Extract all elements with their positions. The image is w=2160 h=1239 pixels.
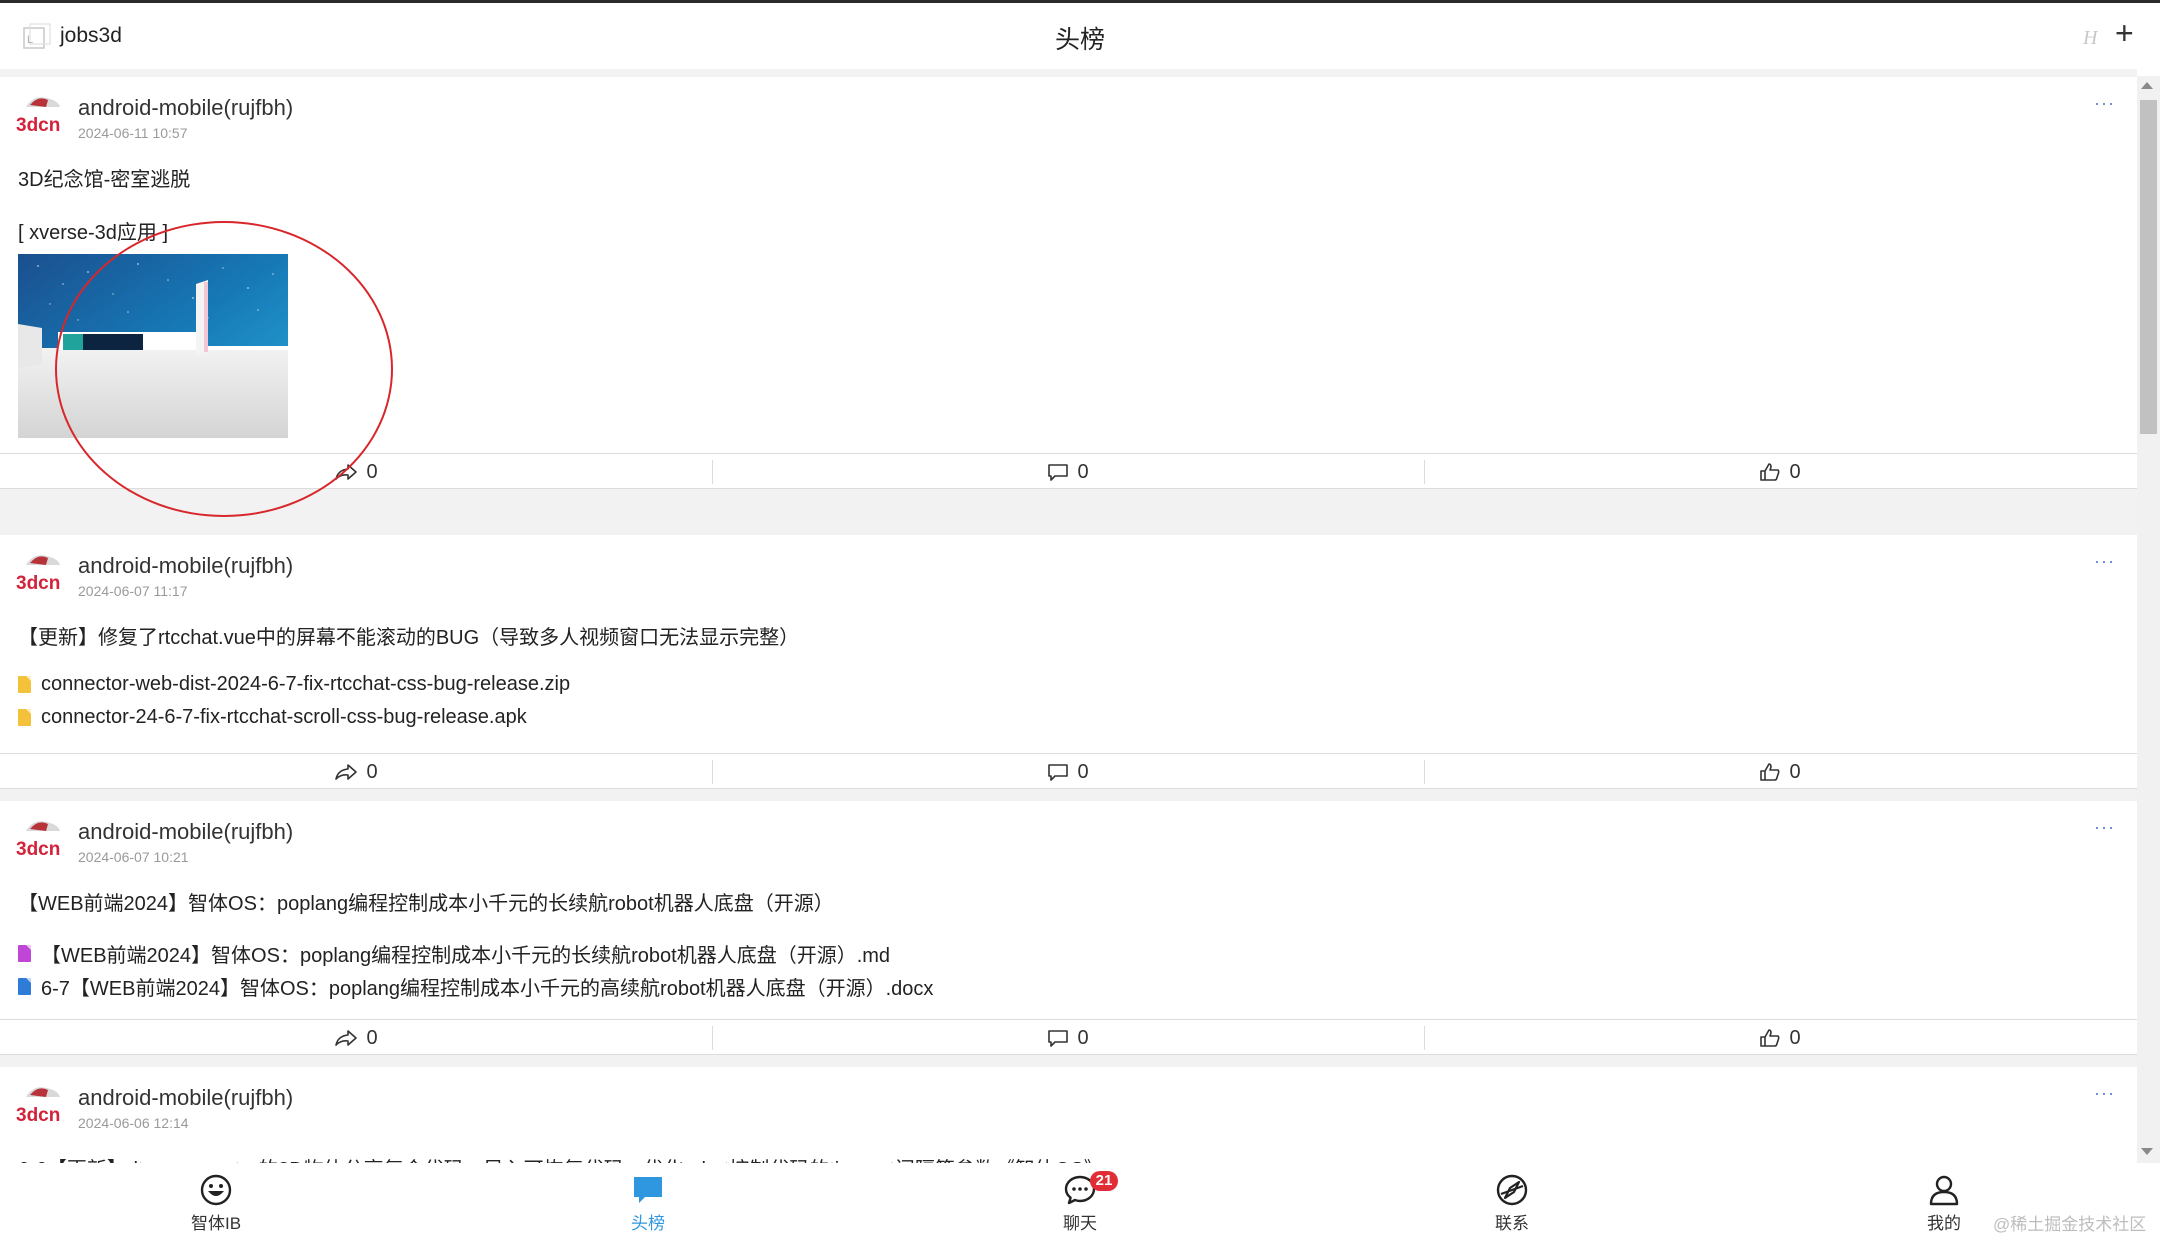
nav-label: 聊天 [1063, 1214, 1097, 1233]
post-actions: 0 0 0 [0, 1019, 2137, 1055]
post-image[interactable] [18, 254, 288, 438]
share-icon [335, 764, 358, 780]
comment-icon [1048, 464, 1069, 481]
scroll-up-arrow-icon[interactable] [2141, 82, 2153, 89]
attachment-name: connector-24-6-7-fix-rtcchat-scroll-css-… [41, 706, 527, 728]
nav-label: 头榜 [631, 1214, 665, 1233]
share-count: 0 [366, 1026, 378, 1049]
like-button[interactable]: 0 [1424, 1020, 2136, 1056]
like-button[interactable]: 0 [1424, 754, 2136, 790]
attachment-name: 6-7【WEB前端2024】智体OS：poplang编程控制成本小千元的高续航r… [41, 978, 934, 1000]
attachment-name: connector-web-dist-2024-6-7-fix-rtcchat-… [41, 673, 571, 695]
post-time: 2024-06-07 11:17 [78, 583, 188, 599]
user-icon [1929, 1175, 1959, 1206]
share-count: 0 [366, 760, 378, 783]
scrollbar-thumb[interactable] [2140, 100, 2157, 434]
attachment-item[interactable]: connector-24-6-7-fix-rtcchat-scroll-css-… [18, 706, 527, 729]
nav-label: 联系 [1495, 1214, 1529, 1233]
nav-item-contacts[interactable]: 联系 [1442, 1173, 1582, 1234]
post-time: 2024-06-07 10:21 [78, 849, 189, 865]
post-card: 3dcn android-mobile(rujfbh) 2024-06-11 1… [0, 77, 2137, 489]
share-icon [335, 1030, 358, 1046]
post-card: 3dcn android-mobile(rujfbh) 2024-06-06 1… [0, 1067, 2137, 1163]
add-button[interactable]: + [2115, 17, 2134, 49]
attachment-item[interactable]: connector-web-dist-2024-6-7-fix-rtcchat-… [18, 673, 570, 696]
nav-item-chat[interactable]: 聊天 21 [1010, 1171, 1150, 1234]
share-count: 0 [366, 460, 378, 483]
attachment-item[interactable]: 【WEB前端2024】智体OS：poplang编程控制成本小千元的长续航robo… [18, 939, 890, 968]
post-time: 2024-06-06 12:14 [78, 1115, 189, 1131]
bottom-navigation: 智体IB 头榜 聊天 21 联系 我的 [0, 1163, 2160, 1239]
file-icon [18, 945, 31, 962]
share-button[interactable]: 0 [0, 1020, 712, 1056]
scroll-down-arrow-icon[interactable] [2141, 1148, 2153, 1155]
like-count: 0 [1789, 1026, 1801, 1049]
post-author[interactable]: android-mobile(rujfbh) [78, 95, 293, 121]
post-time: 2024-06-11 10:57 [78, 125, 188, 141]
comment-count: 0 [1077, 760, 1089, 783]
attachment-item[interactable]: 6-7【WEB前端2024】智体OS：poplang编程控制成本小千元的高续航r… [18, 972, 933, 1001]
thumbs-up-icon [1760, 763, 1780, 781]
file-icon [18, 709, 31, 726]
post-actions: 0 0 0 [0, 753, 2137, 789]
avatar-text: 3dcn [16, 573, 60, 594]
avatar-text: 3dcn [16, 1105, 60, 1126]
compass-icon [1496, 1174, 1528, 1206]
post-text: 6-6【更新】dtns.connector的3D物体分享复合代码，导入可恢复代码… [18, 1153, 1104, 1163]
nav-item-toubang[interactable]: 头榜 [578, 1173, 718, 1234]
comment-icon [1048, 1030, 1069, 1047]
comment-button[interactable]: 0 [712, 754, 1424, 790]
thumbs-up-icon [1760, 463, 1780, 481]
avatar-text: 3dcn [16, 115, 60, 136]
post-text: 【更新】修复了rtcchat.vue中的屏幕不能滚动的BUG（导致多人视频窗口无… [18, 627, 800, 649]
like-button[interactable]: 0 [1424, 454, 2136, 490]
app-header: L jobs3d 头榜 H + [0, 3, 2160, 69]
post-author[interactable]: android-mobile(rujfbh) [78, 1085, 293, 1111]
more-options-icon[interactable]: ··· [2094, 817, 2115, 838]
attachment-name: 【WEB前端2024】智体OS：poplang编程控制成本小千元的长续航robo… [41, 945, 891, 967]
more-options-icon[interactable]: ··· [2094, 1083, 2115, 1104]
post-card: 3dcn android-mobile(rujfbh) 2024-06-07 1… [0, 801, 2137, 1055]
watermark: @稀土掘金技术社区 [1993, 1215, 2147, 1234]
post-author[interactable]: android-mobile(rujfbh) [78, 819, 293, 845]
comment-button[interactable]: 0 [712, 454, 1424, 490]
post-card: 3dcn android-mobile(rujfbh) 2024-06-07 1… [0, 535, 2137, 789]
avatar[interactable]: 3dcn [16, 91, 68, 137]
page-title: 头榜 [1054, 26, 1105, 54]
comment-button[interactable]: 0 [712, 1020, 1424, 1056]
nav-item-zhiti-ib[interactable]: 智体IB [146, 1173, 286, 1234]
h-button[interactable]: H [2083, 27, 2097, 50]
post-text: 3D纪念馆-密室逃脱 [18, 169, 191, 191]
thumbs-up-icon [1760, 1029, 1780, 1047]
avatar[interactable]: 3dcn [16, 1081, 68, 1127]
avatar[interactable]: 3dcn [16, 549, 68, 595]
comment-count: 0 [1077, 460, 1089, 483]
file-icon [18, 676, 31, 693]
nav-label: 我的 [1927, 1214, 1961, 1233]
more-options-icon[interactable]: ··· [2094, 551, 2115, 572]
post-actions: 0 0 0 [0, 453, 2137, 489]
3d-scene-thumbnail [18, 254, 288, 438]
comment-icon [1048, 764, 1069, 781]
chat-bubble-icon [634, 1177, 662, 1203]
share-icon [335, 464, 358, 480]
share-button[interactable]: 0 [0, 454, 712, 490]
post-text: 【WEB前端2024】智体OS：poplang编程控制成本小千元的长续航robo… [18, 893, 834, 915]
app-link[interactable]: [ xverse-3d应用 ] [18, 216, 168, 245]
like-count: 0 [1789, 460, 1801, 483]
unread-badge: 21 [1090, 1171, 1118, 1191]
avatar-text: 3dcn [16, 839, 60, 860]
comment-count: 0 [1077, 1026, 1089, 1049]
more-options-icon[interactable]: ··· [2094, 93, 2115, 114]
post-author[interactable]: android-mobile(rujfbh) [78, 553, 293, 579]
nav-label: 智体IB [190, 1214, 242, 1233]
avatar[interactable]: 3dcn [16, 815, 68, 861]
like-count: 0 [1789, 760, 1801, 783]
file-icon [18, 978, 31, 995]
feed-list[interactable]: 3dcn android-mobile(rujfbh) 2024-06-11 1… [0, 69, 2137, 1163]
smile-icon [200, 1174, 232, 1206]
share-button[interactable]: 0 [0, 754, 712, 790]
